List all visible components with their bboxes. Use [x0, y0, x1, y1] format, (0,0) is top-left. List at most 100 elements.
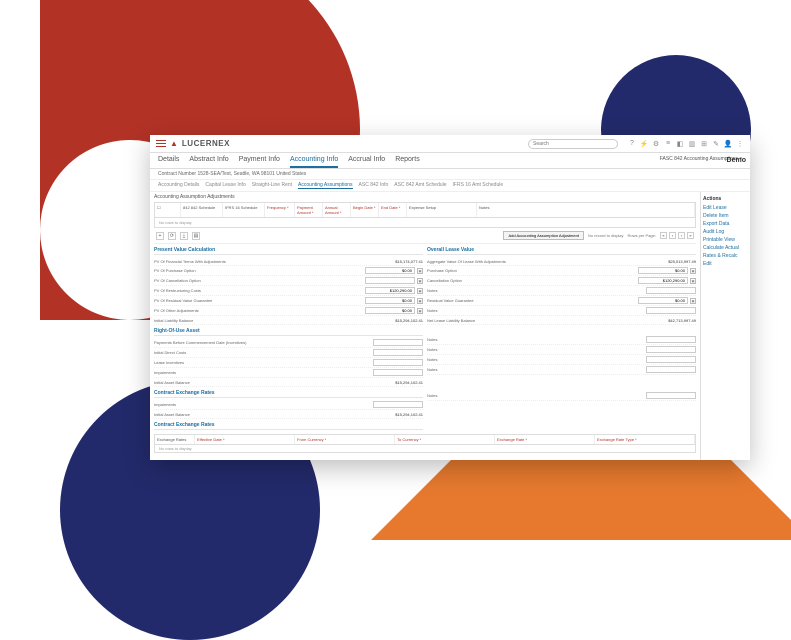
- subtab-capital[interactable]: Capital Lease Info: [205, 182, 245, 189]
- rates-col-label: Exchange Rates: [155, 435, 195, 444]
- layout2-icon[interactable]: ▥: [688, 140, 696, 148]
- rnote-input[interactable]: [646, 366, 696, 373]
- layout1-icon[interactable]: ◧: [676, 140, 684, 148]
- bolt-icon[interactable]: ⚡: [640, 140, 648, 148]
- subtab-842amt[interactable]: ASC 842 Amt Schedule: [394, 182, 446, 189]
- sidebar-item-edit[interactable]: Edit: [703, 260, 748, 268]
- rou-incentives-input[interactable]: [373, 359, 423, 366]
- user-icon[interactable]: 👤: [724, 140, 732, 148]
- menu-icon[interactable]: [156, 139, 166, 149]
- titlebar: ▲ LUCERNEX ? ⚡ ⚙ ≡ ◧ ▥ ⊞ ✎ 👤 ⋮: [150, 135, 750, 153]
- subtab-842info[interactable]: ASC 842 Info: [359, 182, 389, 189]
- export-icon[interactable]: ⤓: [180, 232, 188, 240]
- rnote-input[interactable]: [646, 356, 696, 363]
- pv-cancel-input[interactable]: [365, 277, 415, 284]
- calc-icon[interactable]: ▦: [417, 288, 423, 294]
- adjustments-title: Accounting Assumption Adjustments: [154, 192, 696, 202]
- rou-direct-input[interactable]: [373, 349, 423, 356]
- col-ifrs[interactable]: IFRS 16 Schedule: [223, 203, 265, 217]
- olv-notes1-input[interactable]: [646, 287, 696, 294]
- actions-sidebar: Actions Edit Lease Delete Item Export Da…: [700, 192, 750, 460]
- calc-icon[interactable]: ▦: [690, 268, 696, 274]
- rates-col-from[interactable]: From Currency *: [295, 435, 395, 444]
- sidebar-item-rates[interactable]: Rates & Recalc: [703, 252, 748, 260]
- col-check[interactable]: ☐: [155, 203, 181, 217]
- main-content: Accounting Assumption Adjustments ☐ 842 …: [150, 192, 700, 460]
- add-adjustment-button[interactable]: Add Accounting Assumption Adjustment: [503, 231, 584, 240]
- subtab-details[interactable]: Accounting Details: [158, 182, 199, 189]
- rates-col-rate[interactable]: Exchange Rate *: [495, 435, 595, 444]
- col-notes[interactable]: Notes: [477, 203, 695, 217]
- section-cer1: Contract Exchange Rates: [154, 390, 423, 398]
- sidebar-item-calc[interactable]: Calculate Actual: [703, 244, 748, 252]
- cer-impairments-input[interactable]: [373, 401, 423, 408]
- pv-purchase-input[interactable]: [365, 267, 415, 274]
- edit-icon[interactable]: ✎: [712, 140, 720, 148]
- sidebar-item-audit[interactable]: Audit Log: [703, 228, 748, 236]
- page-next-icon[interactable]: ›: [678, 232, 685, 239]
- tab-abstract[interactable]: Abstract Info: [189, 156, 228, 168]
- sidebar-item-print[interactable]: Printable View: [703, 236, 748, 244]
- page-last-icon[interactable]: »: [687, 232, 694, 239]
- col-freq[interactable]: Frequency *: [265, 203, 295, 217]
- calc-icon[interactable]: ▦: [417, 308, 423, 314]
- tab-reports[interactable]: Reports: [395, 156, 420, 168]
- add-icon[interactable]: +: [156, 232, 164, 240]
- subtab-slr[interactable]: Straight-Line Rent: [252, 182, 292, 189]
- rnote-input[interactable]: [646, 346, 696, 353]
- section-rou: Right-Of-Use Asset: [154, 328, 423, 336]
- pv-row-label: PV Of Financial Terms With Adjustments: [154, 259, 226, 264]
- rows-per-page-label: Rows per Page:: [628, 233, 656, 238]
- rates-col-to[interactable]: To Currency *: [395, 435, 495, 444]
- adjustments-grid-header: ☐ 842 842 Schedule IFRS 16 Schedule Freq…: [154, 202, 696, 218]
- sidebar-item-export[interactable]: Export Data: [703, 220, 748, 228]
- rates-col-type[interactable]: Exchange Rate Type *: [595, 435, 695, 444]
- help-icon[interactable]: ?: [628, 140, 636, 148]
- olv-purchase-input[interactable]: [638, 267, 688, 274]
- tab-payment[interactable]: Payment Info: [239, 156, 280, 168]
- tab-accrual[interactable]: Accrual Info: [348, 156, 385, 168]
- olv-residual-input[interactable]: [638, 297, 688, 304]
- list-icon[interactable]: ≡: [664, 140, 672, 148]
- calc-icon[interactable]: ▦: [690, 278, 696, 284]
- col-begin[interactable]: Begin Date *: [351, 203, 379, 217]
- calc-icon[interactable]: ▦: [417, 298, 423, 304]
- tab-details[interactable]: Details: [158, 156, 179, 168]
- subtab-ifrs[interactable]: IFRS 16 Amt Schedule: [453, 182, 504, 189]
- calc-icon[interactable]: ▦: [417, 278, 423, 284]
- more-icon[interactable]: ⋮: [736, 140, 744, 148]
- gear-icon[interactable]: ⚙: [652, 140, 660, 148]
- tabs-secondary: Accounting Details Capital Lease Info St…: [150, 180, 750, 192]
- sidebar-item-delete[interactable]: Delete Item: [703, 212, 748, 220]
- page-first-icon[interactable]: «: [660, 232, 667, 239]
- tab-accounting[interactable]: Accounting Info: [290, 156, 338, 168]
- logo-text: LUCERNEX: [182, 139, 230, 148]
- rnote-input[interactable]: [646, 336, 696, 343]
- pv-residual-input[interactable]: [365, 297, 415, 304]
- rou-impairments-input[interactable]: [373, 369, 423, 376]
- pv-restructure-input[interactable]: [365, 287, 415, 294]
- calc-icon[interactable]: ▦: [690, 298, 696, 304]
- col-end[interactable]: End Date *: [379, 203, 407, 217]
- breadcrumb: Contract Number 1528-SEA/Test, Seattle, …: [150, 169, 750, 180]
- subtab-assumptions[interactable]: Accounting Assumptions: [298, 182, 352, 189]
- columns-icon[interactable]: ▤: [192, 232, 200, 240]
- refresh-icon[interactable]: ⟳: [168, 232, 176, 240]
- sidebar-item-editlease[interactable]: Edit Lease: [703, 204, 748, 212]
- page-prev-icon[interactable]: ‹: [669, 232, 676, 239]
- olv-notes2-input[interactable]: [646, 307, 696, 314]
- search-input[interactable]: [528, 139, 618, 149]
- logo-icon: ▲: [170, 139, 178, 148]
- col-annual[interactable]: Annual Amount *: [323, 203, 351, 217]
- rates-col-date[interactable]: Effective Date *: [195, 435, 295, 444]
- olv-cancel-input[interactable]: [638, 277, 688, 284]
- pv-other-input[interactable]: [365, 307, 415, 314]
- rou-payments-input[interactable]: [373, 339, 423, 346]
- col-expense[interactable]: Expense Setup: [407, 203, 477, 217]
- calc-icon[interactable]: ▦: [417, 268, 423, 274]
- pager: « ‹ › »: [660, 232, 694, 239]
- col-payment[interactable]: Payment Amount *: [295, 203, 323, 217]
- rnote-single-input[interactable]: [646, 392, 696, 399]
- grid-icon[interactable]: ⊞: [700, 140, 708, 148]
- col-842[interactable]: 842 842 Schedule: [181, 203, 223, 217]
